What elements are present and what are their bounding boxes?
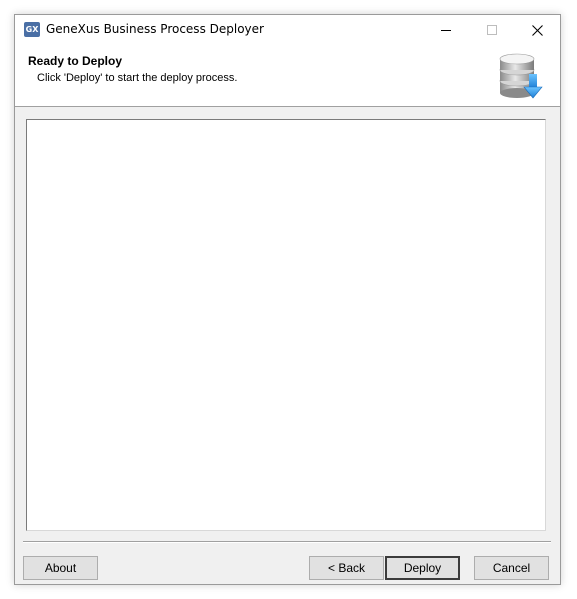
back-button[interactable]: < Back bbox=[309, 556, 384, 580]
close-icon bbox=[531, 24, 543, 36]
window-title: GeneXus Business Process Deployer bbox=[46, 22, 264, 36]
deploy-log-output[interactable] bbox=[26, 119, 546, 531]
database-download-icon bbox=[499, 53, 543, 99]
minimize-icon bbox=[441, 30, 451, 31]
step-subtitle: Click 'Deploy' to start the deploy proce… bbox=[37, 72, 238, 84]
genexus-app-icon: GX bbox=[24, 22, 40, 37]
step-title: Ready to Deploy bbox=[28, 54, 123, 68]
wizard-header: Ready to Deploy Click 'Deploy' to start … bbox=[15, 45, 560, 107]
deployer-window: GX GeneXus Business Process Deployer Rea… bbox=[14, 14, 561, 585]
about-button[interactable]: About bbox=[23, 556, 98, 580]
button-separator bbox=[23, 541, 551, 543]
cancel-button[interactable]: Cancel bbox=[474, 556, 549, 580]
close-button[interactable] bbox=[514, 15, 560, 45]
maximize-button[interactable] bbox=[469, 15, 515, 45]
minimize-button[interactable] bbox=[423, 15, 469, 45]
deploy-button[interactable]: Deploy bbox=[385, 556, 460, 580]
maximize-icon bbox=[487, 25, 497, 35]
title-bar[interactable]: GX GeneXus Business Process Deployer bbox=[15, 15, 560, 45]
